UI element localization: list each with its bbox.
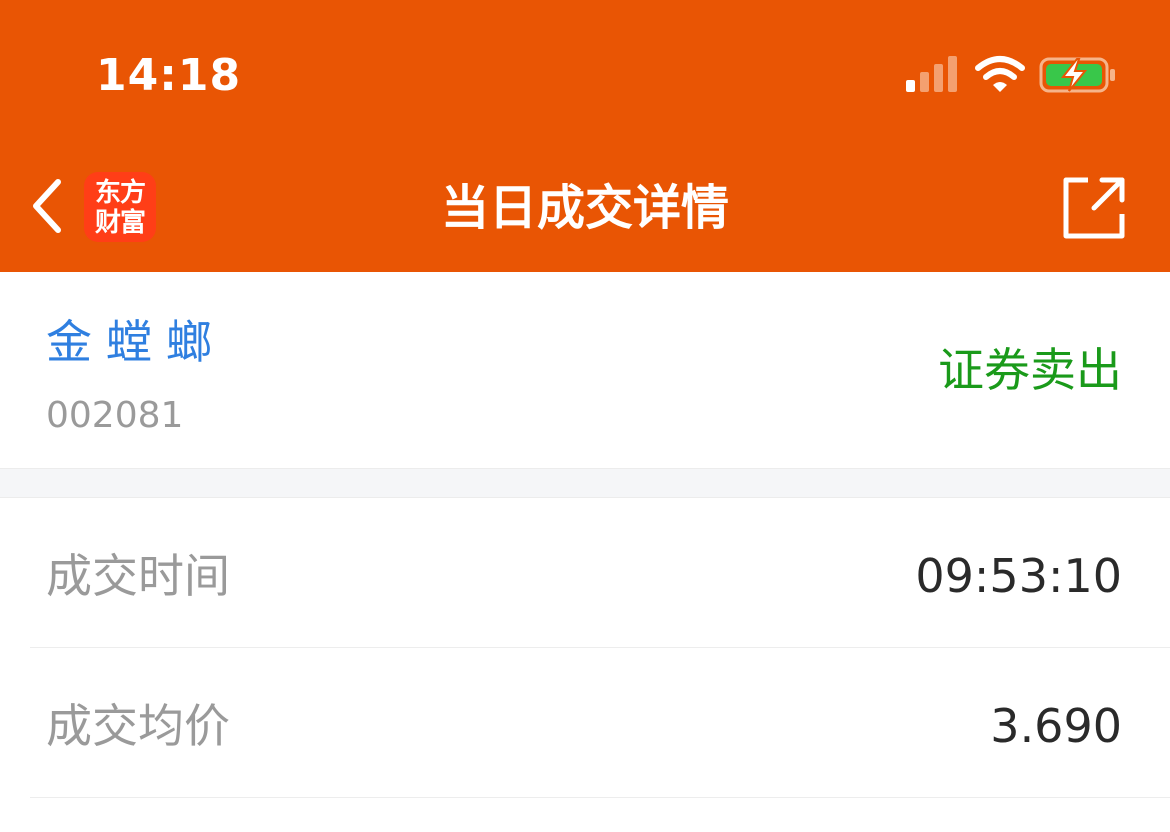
share-external-icon [1063, 177, 1125, 239]
detail-row-avg-price: 成交均价 3.690 [30, 648, 1170, 798]
stock-code: 002081 [46, 395, 184, 436]
share-button[interactable] [1060, 174, 1128, 242]
detail-value: 3.690 [990, 699, 1122, 753]
wifi-icon [975, 56, 1025, 92]
detail-label: 成交时间 [46, 549, 230, 603]
page-title: 当日成交详情 [440, 180, 729, 236]
trade-type-label: 证券卖出 [938, 343, 1122, 397]
detail-value: 09:53:10 [915, 549, 1122, 603]
stock-info-card: 金螳螂 002081 证券卖出 [0, 272, 1170, 468]
stock-name[interactable]: 金螳螂 [46, 314, 226, 370]
signal-icon [906, 56, 957, 92]
battery-charging-icon [1039, 57, 1115, 93]
detail-label: 成交均价 [46, 699, 230, 753]
detail-row-trade-time: 成交时间 09:53:10 [30, 498, 1170, 648]
section-divider [0, 468, 1170, 498]
app-header: 14:18 东方 财富 当日成交详情 [0, 0, 1170, 272]
status-time: 14:18 [96, 50, 242, 101]
